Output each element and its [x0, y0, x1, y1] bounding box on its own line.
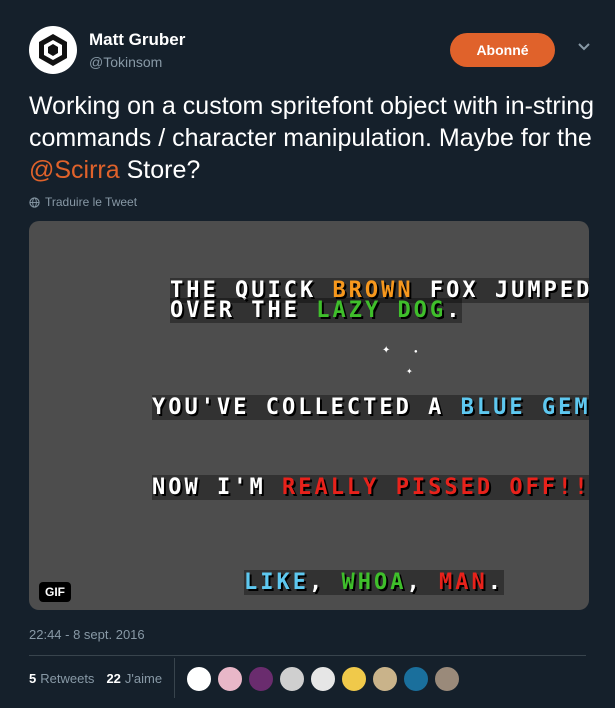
liker-avatar-3[interactable]	[248, 666, 274, 692]
divider	[174, 658, 175, 698]
retweets-stat[interactable]: 5 Retweets	[29, 671, 94, 686]
liker-avatar-6[interactable]	[341, 666, 367, 692]
tweet-text-after: Store?	[119, 156, 201, 184]
globe-icon	[29, 196, 40, 208]
translate-label: Traduire le Tweet	[45, 195, 138, 209]
gif-text-man: MAN	[438, 570, 488, 595]
gif-text-off: OFF!!!	[493, 475, 589, 500]
gif-text-dog: DOG	[397, 298, 447, 323]
gif-text: .	[487, 570, 504, 595]
liker-avatar-2[interactable]	[217, 666, 243, 692]
gif-text	[525, 395, 542, 420]
tweet-header: Matt Gruber @Tokinsom Abonné	[29, 26, 595, 78]
liker-avatar-8[interactable]	[403, 666, 429, 692]
tweet-stats: 5 Retweets 22 J'aime	[29, 671, 174, 686]
liker-avatar-4[interactable]	[279, 666, 305, 692]
tweet-timestamp[interactable]: 22:44 - 8 sept. 2016	[29, 627, 145, 642]
gif-text: OVER THE	[169, 298, 317, 323]
user-avatar[interactable]	[29, 26, 77, 74]
liker-avatar-7[interactable]	[372, 666, 398, 692]
liker-avatar-9[interactable]	[434, 666, 460, 692]
gif-text: YOU'VE COLLECTED A	[151, 395, 461, 420]
gif-line-2: OVER THE LAZY DOG.	[105, 273, 463, 348]
gif-line-5: LIKE, WHOA, MAN.	[179, 545, 504, 610]
gif-text-whoa: WHOA	[341, 570, 407, 595]
gif-text	[379, 475, 396, 500]
gif-text-blue: BLUE	[460, 395, 526, 420]
divider	[29, 655, 586, 656]
liker-avatar-5[interactable]	[310, 666, 336, 692]
retweets-count: 5	[29, 671, 37, 686]
gif-text: NOW I'M	[151, 475, 282, 500]
retweets-label: Retweets	[40, 671, 95, 686]
user-name[interactable]: Matt Gruber	[89, 30, 185, 50]
gif-text-really: REALLY	[281, 475, 380, 500]
logo-icon	[39, 34, 67, 66]
likes-stat[interactable]: 22 J'aime	[106, 671, 162, 686]
gif-line-3: YOU'VE COLLECTED A BLUE GEM!	[87, 370, 589, 445]
gif-media[interactable]: THE QUICK BROWN FOX JUMPED OVER THE LAZY…	[29, 221, 589, 610]
chevron-down-icon[interactable]	[575, 38, 593, 56]
tweet-text: Working on a custom spritefont object wi…	[29, 90, 599, 186]
gif-line-4: NOW I'M REALLY PISSED OFF!!!	[87, 450, 589, 525]
user-handle[interactable]: @Tokinsom	[89, 54, 162, 70]
gif-badge: GIF	[39, 582, 71, 602]
gif-text-like: LIKE	[243, 570, 309, 595]
gif-text: .	[446, 298, 463, 323]
liker-avatar-1[interactable]	[186, 666, 212, 692]
gif-text	[381, 298, 398, 323]
sparkle-icon: ●	[414, 349, 418, 355]
gif-text-gem: GEM	[541, 395, 589, 420]
sparkle-icon: ✦	[382, 345, 391, 356]
gif-text-lazy: LAZY	[316, 298, 382, 323]
tweet-text-before: Working on a custom spritefont object wi…	[29, 92, 595, 152]
likes-count: 22	[106, 671, 121, 686]
gif-text: ,	[406, 570, 439, 595]
gif-text-pissed: PISSED	[395, 475, 494, 500]
likes-label: J'aime	[124, 671, 163, 686]
follow-button[interactable]: Abonné	[450, 33, 555, 67]
mention-link[interactable]: @Scirra	[29, 156, 120, 184]
liker-avatars	[186, 666, 465, 692]
translate-link[interactable]: Traduire le Tweet	[29, 195, 137, 209]
gif-text: ,	[308, 570, 342, 595]
